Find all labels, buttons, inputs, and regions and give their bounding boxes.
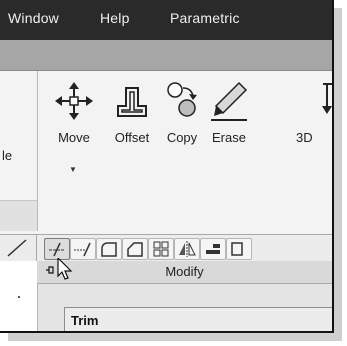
partial-tool-label: le (2, 148, 13, 163)
mirror-button[interactable] (174, 238, 200, 260)
copy-circles-icon (167, 82, 197, 117)
erase-label: Erase (212, 130, 246, 145)
partial-icon (231, 242, 243, 256)
modify-panel-title: Modify (165, 264, 204, 279)
offset-icon (117, 87, 147, 117)
chamfer-button[interactable] (122, 238, 148, 260)
mirror-icon (179, 241, 196, 257)
copy-label: Copy (166, 130, 198, 145)
mouse-cursor-icon (46, 258, 73, 280)
ribbon-tab-bar (0, 40, 332, 71)
move-arrows-icon (55, 82, 93, 120)
move-label: Move (58, 130, 90, 145)
app-window: Window Help Parametric le Move ▼ Offset (0, 0, 334, 333)
copy-button[interactable]: Copy (160, 80, 204, 145)
window-shadow-bottom (8, 333, 342, 341)
move-dropdown-caret[interactable]: ▼ (69, 165, 77, 174)
drawing-dot (18, 296, 20, 298)
align-button[interactable] (200, 238, 226, 260)
separator (36, 235, 37, 261)
tooltip-title: Trim (71, 313, 99, 328)
erase-pencil-icon (211, 81, 248, 121)
extend-button[interactable] (70, 238, 96, 260)
trim-button[interactable] (44, 238, 70, 260)
modify-panel-title-bar[interactable]: Modify (37, 261, 332, 284)
menu-help[interactable]: Help (100, 10, 130, 26)
partial-button[interactable] (226, 238, 252, 260)
3d-button[interactable]: 3D (296, 80, 332, 145)
side-panel-row (0, 200, 37, 231)
fillet-icon (101, 242, 117, 257)
offset-button[interactable]: Offset (110, 80, 154, 145)
move-button[interactable]: Move (52, 80, 96, 145)
align-icon (206, 244, 220, 254)
menu-window[interactable]: Window (8, 10, 59, 26)
tooltip: Trim (64, 307, 332, 331)
3d-icon (322, 83, 332, 114)
line-icon (7, 239, 27, 257)
line-tool-button[interactable] (2, 238, 32, 258)
window-shadow-right (334, 8, 342, 339)
menu-bar: Window Help Parametric (0, 0, 332, 40)
array-icon (153, 241, 169, 257)
array-button[interactable] (148, 238, 174, 260)
chamfer-icon (127, 242, 143, 257)
erase-button[interactable]: Erase (207, 80, 251, 145)
fillet-button[interactable] (96, 238, 122, 260)
trim-icon (49, 242, 65, 257)
3d-label: 3D (296, 130, 313, 145)
menu-parametric[interactable]: Parametric (170, 10, 240, 26)
extend-icon (74, 242, 91, 257)
offset-label: Offset (114, 130, 150, 145)
